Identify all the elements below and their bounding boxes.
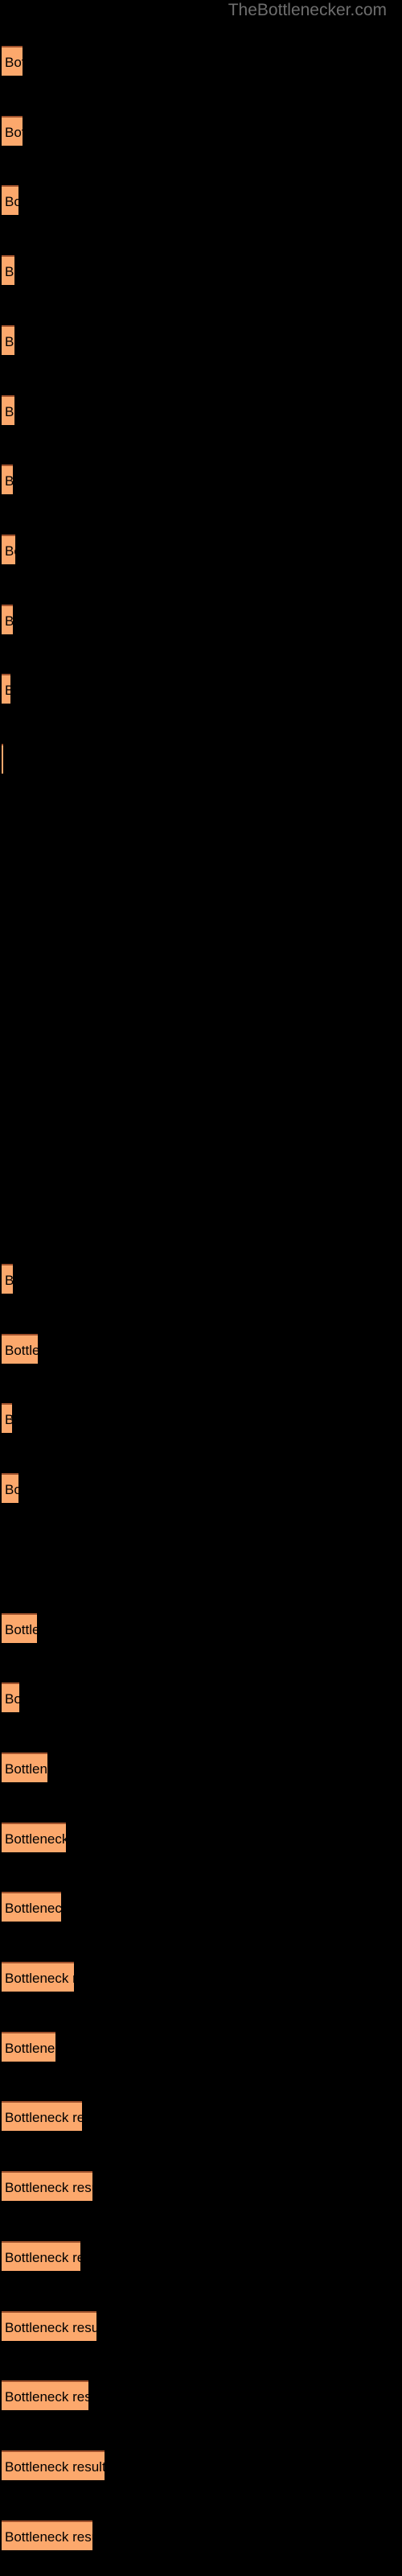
bar-label: Bottleneck result (5, 1621, 37, 1637)
bar-label: Bottleneck result (5, 2319, 96, 2335)
bar-label: Bottleneck result (5, 1482, 18, 1498)
bar-label: Bottleneck result (5, 2249, 80, 2265)
bar-label: Bottleneck result (5, 675, 10, 704)
chart-bar[interactable]: Bottleneck result (2, 2310, 96, 2341)
chart-bar[interactable]: Bottleneck result (2, 1962, 74, 1992)
bar-label: Bottleneck result (5, 2180, 92, 2196)
chart-bar[interactable]: Bottleneck result (2, 46, 23, 76)
bar-label: Bottleneck result (5, 1691, 19, 1707)
chart-bar[interactable]: Bottleneck result (2, 1473, 18, 1504)
chart-bar[interactable]: Bottleneck result (2, 2380, 88, 2411)
bar-label: Bottleneck result (5, 403, 14, 419)
plot-area: Bottleneck result Bottleneck result Bottle… (0, 0, 402, 2576)
bar-label: Bottleneck result (5, 2110, 82, 2126)
bar-label: Bottleneck result (5, 55, 23, 70)
bar-label: Bottleneck result (5, 2529, 92, 2545)
chart-canvas: TheBottlenecker.com Bottleneck resultBot… (0, 0, 402, 2576)
bar-label: Bottleneck result (5, 1265, 13, 1294)
chart-bar[interactable]: Bottleneck result (2, 2450, 105, 2480)
chart-bar[interactable]: Bottleneck result (2, 1752, 47, 1782)
bar-label: Bottleneck result (5, 194, 18, 210)
chart-bar[interactable]: Bottleneck result (2, 2101, 82, 2132)
chart-bar[interactable]: Bottleneck result (2, 1892, 61, 1922)
chart-bar[interactable]: Bottleneck result (2, 2520, 92, 2550)
chart-bar[interactable]: Bottleneck result (2, 115, 23, 146)
chart-bar[interactable]: Bottleneck result (2, 2240, 80, 2271)
bar-label: Bottleneck result (5, 606, 13, 634)
bar-label: Bottleneck result (5, 1761, 47, 1777)
bar-label: Bottleneck result (5, 2389, 88, 2405)
bar-label: Bottleneck result (5, 333, 14, 349)
chart-bar[interactable]: Bottleneck result (2, 1403, 12, 1434)
bar-label: Bottleneck result (5, 2458, 105, 2475)
chart-bar[interactable]: Bottleneck result (2, 185, 18, 216)
bar-label: Bottleneck result (5, 466, 13, 494)
chart-bar[interactable]: Bottleneck result (2, 2171, 92, 2202)
chart-bar[interactable]: Bottleneck result (2, 604, 13, 634)
chart-bar[interactable]: Bottleneck result (2, 1822, 66, 1852)
bar-label: Bottleneck result (5, 264, 14, 280)
chart-bar[interactable]: Bottleneck result (2, 464, 13, 495)
chart-bar[interactable]: Bottleneck result (2, 534, 15, 564)
chart-bar[interactable]: Bottleneck result (2, 2031, 55, 2062)
bar-label: Bottleneck result (5, 1831, 66, 1847)
bar-label: Bottleneck result (5, 1971, 74, 1986)
chart-bar[interactable]: Bottleneck result (2, 324, 14, 355)
chart-bar[interactable]: Bottleneck result (2, 744, 3, 774)
chart-bar[interactable]: Bottleneck result (2, 1264, 13, 1294)
chart-bar[interactable]: Bottleneck result (2, 394, 14, 425)
chart-bar[interactable]: Bottleneck result (2, 1333, 38, 1364)
bar-label: Bottleneck result (5, 1901, 61, 1917)
bar-label: Bottleneck result (5, 1342, 38, 1358)
bar-label: Bottleneck result (5, 124, 23, 140)
bar-label: Bottleneck result (5, 2040, 55, 2056)
chart-bar[interactable]: Bottleneck result (2, 674, 10, 704)
bar-label: Bottleneck result (5, 543, 15, 559)
chart-bar[interactable]: Bottleneck result (2, 1682, 19, 1713)
chart-bar[interactable]: Bottleneck result (2, 1612, 37, 1643)
bar-label: Bottleneck result (5, 1405, 12, 1433)
chart-bar[interactable]: Bottleneck result (2, 255, 14, 286)
